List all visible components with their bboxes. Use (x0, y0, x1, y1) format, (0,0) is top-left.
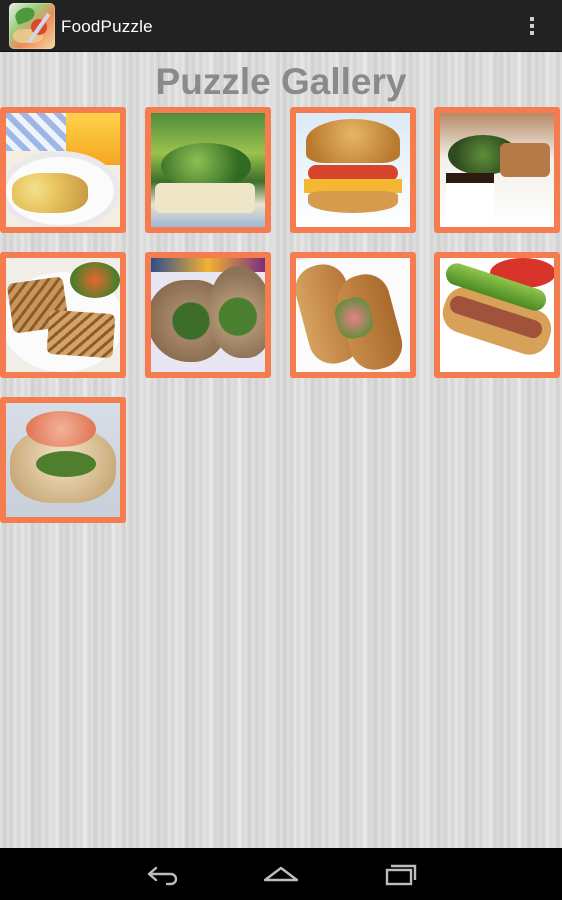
puzzle-tile-6[interactable] (145, 252, 271, 378)
puzzle-tile-2[interactable] (145, 107, 271, 233)
bread (155, 183, 255, 213)
bagel-top (306, 119, 400, 163)
overflow-dot (530, 24, 534, 28)
bagel-bottom (308, 191, 398, 213)
panini-half (46, 309, 116, 359)
coffee-cup (446, 173, 494, 225)
overflow-menu-icon[interactable] (520, 13, 544, 39)
system-nav-bar (0, 848, 562, 900)
overflow-dot (530, 31, 534, 35)
puzzle-thumbnail (151, 113, 265, 227)
puzzle-thumbnail (6, 258, 120, 372)
app-title: FoodPuzzle (61, 17, 153, 36)
gallery-content: Puzzle Gallery (0, 52, 562, 848)
home-icon[interactable] (256, 856, 306, 892)
food (12, 173, 88, 213)
puzzle-thumbnail (6, 403, 120, 517)
shrimp (26, 411, 96, 447)
puzzle-tile-5[interactable] (0, 252, 126, 378)
app-icon[interactable] (9, 3, 55, 49)
puzzle-thumbnail (296, 113, 410, 227)
puzzle-tile-1[interactable] (0, 107, 126, 233)
puzzle-tile-8[interactable] (434, 252, 560, 378)
action-bar: FoodPuzzle (0, 0, 562, 52)
lettuce (36, 451, 96, 477)
puzzle-thumbnail (151, 258, 265, 372)
puzzle-thumbnail (440, 113, 554, 227)
wrap (209, 266, 265, 358)
page-title: Puzzle Gallery (155, 61, 407, 102)
puzzle-tile-7[interactable] (290, 252, 416, 378)
puzzle-thumbnail (296, 258, 410, 372)
back-icon[interactable] (137, 856, 187, 892)
tablecloth (6, 113, 66, 151)
puzzle-thumbnail (440, 258, 554, 372)
greens (70, 262, 120, 298)
recents-icon[interactable] (376, 856, 426, 892)
puzzle-thumbnail (6, 113, 120, 227)
puzzle-tile-4[interactable] (434, 107, 560, 233)
sandwich (500, 143, 550, 177)
puzzle-tile-9[interactable] (0, 397, 126, 523)
overflow-dot (530, 17, 534, 21)
puzzle-tile-3[interactable] (290, 107, 416, 233)
